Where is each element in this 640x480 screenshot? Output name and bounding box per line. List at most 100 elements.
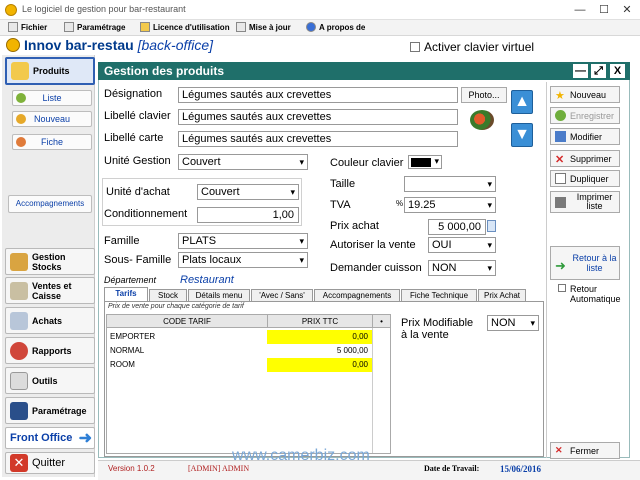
save-icon xyxy=(555,110,566,121)
dupliquer-button[interactable]: Dupliquer xyxy=(550,170,620,187)
column-divider xyxy=(372,328,373,453)
libelle-carte-label: Libellé carte xyxy=(104,132,164,144)
menu-fichier[interactable]: Fichier xyxy=(8,22,47,32)
fermer-button[interactable]: ✕ Fermer xyxy=(550,442,620,459)
duplicate-icon xyxy=(555,173,566,184)
maximize-button[interactable]: ☐ xyxy=(592,2,616,18)
tva-select[interactable]: 19.25 xyxy=(404,197,496,213)
app-logo-icon xyxy=(6,38,20,52)
nav-liste[interactable]: Liste xyxy=(12,90,92,106)
couleur-clavier-select[interactable]: ▾ xyxy=(408,155,442,169)
return-arrow-icon: ➜ xyxy=(555,257,566,273)
modifier-button[interactable]: Modifier xyxy=(550,128,620,145)
nav-quitter[interactable]: ✕ Quitter xyxy=(5,452,95,474)
nav-front-office[interactable]: Front Office ➜ xyxy=(5,427,95,449)
taille-label: Taille xyxy=(330,178,356,190)
product-photo xyxy=(470,110,494,130)
update-icon xyxy=(236,22,246,32)
previous-record-button[interactable]: ▲ xyxy=(511,90,533,114)
conditionnement-input[interactable]: 1,00 xyxy=(197,207,299,223)
retour-liste-button[interactable]: ➜ Retour à la liste xyxy=(550,246,620,280)
menu-licence[interactable]: Licence d'utilisation xyxy=(140,22,230,32)
supprimer-button[interactable]: ✕ Supprimer xyxy=(550,150,620,167)
window-title-bar: Le logiciel de gestion pour bar-restaura… xyxy=(0,0,640,20)
star-icon: ★ xyxy=(555,90,565,102)
minimize-button[interactable]: — xyxy=(568,2,592,18)
libelle-clavier-input[interactable]: Légumes sautés aux crevettes xyxy=(178,109,458,125)
demander-cuisson-select[interactable]: NON xyxy=(428,260,496,276)
print-icon xyxy=(555,196,566,208)
imprimer-liste-button[interactable]: Imprimer liste xyxy=(550,191,620,213)
stock-icon xyxy=(10,252,28,271)
libelle-carte-input[interactable]: Légumes sautés aux crevettes xyxy=(178,131,458,147)
virtual-keyboard-toggle[interactable]: Activer clavier virtuel xyxy=(410,40,534,54)
purchase-icon xyxy=(10,311,28,330)
tab-tarifs[interactable]: Tarifs xyxy=(104,287,148,302)
nouveau-button[interactable]: ★ Nouveau xyxy=(550,86,620,103)
tools-icon xyxy=(10,371,28,390)
user-text: [ADMIN] ADMIN xyxy=(188,464,250,473)
menu-bar: Fichier Paramétrage Licence d'utilisatio… xyxy=(0,20,640,36)
date-value: 15/06/2016 xyxy=(500,464,542,474)
settings-pen-icon xyxy=(10,401,28,420)
retour-auto-checkbox[interactable] xyxy=(558,284,566,292)
nav-accompagnements[interactable]: Accompagnements xyxy=(8,195,92,213)
nav-parametrage[interactable]: Paramétrage xyxy=(5,397,95,424)
panel-title: Gestion des produits xyxy=(98,62,630,80)
delete-icon: ✕ xyxy=(555,154,565,166)
product-icon xyxy=(11,62,29,80)
close-icon: ✕ xyxy=(555,445,563,455)
panel-close-button[interactable]: X xyxy=(610,64,625,78)
col-code-tarif: CODE TARIF xyxy=(107,315,267,328)
new-icon xyxy=(16,114,26,124)
nav-outils[interactable]: Outils xyxy=(5,367,95,394)
prix-modifiable-select[interactable]: NON xyxy=(487,315,539,331)
couleur-clavier-label: Couleur clavier xyxy=(330,157,404,169)
autoriser-vente-select[interactable]: OUI xyxy=(428,237,496,253)
license-icon xyxy=(140,22,150,32)
prix-achat-label: Prix achat xyxy=(330,220,379,232)
tva-percent-icon: % xyxy=(396,199,404,208)
famille-select[interactable]: PLATS xyxy=(178,233,308,249)
nav-fiche[interactable]: Fiche xyxy=(12,134,92,150)
unite-gestion-select[interactable]: Couvert xyxy=(178,154,308,170)
edit-icon xyxy=(555,131,566,142)
nav-achats[interactable]: Achats xyxy=(5,307,95,334)
nav-ventes-caisse[interactable]: Ventes et Caisse xyxy=(5,277,95,304)
unite-achat-select[interactable]: Couvert xyxy=(197,184,299,200)
unite-gestion-label: Unité Gestion xyxy=(104,155,171,167)
panel-minimize-button[interactable]: — xyxy=(573,64,588,78)
arrow-up-icon: ▲ xyxy=(514,93,530,110)
app-icon xyxy=(5,4,17,16)
autoriser-vente-label: Autoriser la vente xyxy=(330,239,416,251)
prix-achat-input[interactable]: 5 000,00 xyxy=(428,219,486,235)
nav-gestion-stocks[interactable]: Gestion Stocks xyxy=(5,248,95,275)
card-icon xyxy=(16,137,26,147)
reports-icon xyxy=(10,341,28,360)
menu-a-propos[interactable]: A propos de xyxy=(306,22,365,32)
left-navigation: Produits Liste Nouveau Fiche Accompagnem… xyxy=(2,55,95,477)
enregistrer-button[interactable]: Enregistrer xyxy=(550,107,620,124)
photo-button[interactable]: Photo... xyxy=(461,87,507,103)
nav-produits[interactable]: Produits xyxy=(5,57,95,85)
prix-modifiable-label: Prix Modifiable à la vente xyxy=(401,317,474,341)
close-button[interactable]: ✕ xyxy=(615,2,639,18)
taille-select[interactable] xyxy=(404,176,496,192)
designation-input[interactable]: Légumes sautés aux crevettes xyxy=(178,87,458,103)
nav-rapports[interactable]: Rapports xyxy=(5,337,95,364)
panel-restore-button[interactable]: ⤢ xyxy=(591,64,606,78)
table-row[interactable]: NORMAL 5 000,00 xyxy=(107,344,372,358)
arrow-down-icon: ▼ xyxy=(514,126,530,143)
table-row[interactable]: EMPORTER 0,00 xyxy=(107,330,372,344)
menu-mise-a-jour[interactable]: Mise à jour xyxy=(236,22,291,32)
menu-parametrage[interactable]: Paramétrage xyxy=(64,22,125,32)
list-icon xyxy=(16,93,26,103)
app-name: Innov bar-restau [back-office] xyxy=(24,37,214,53)
tarifs-hint: Prix de vente pour chaque catégorie de t… xyxy=(108,303,244,310)
next-record-button[interactable]: ▼ xyxy=(511,123,533,147)
nav-nouveau[interactable]: Nouveau xyxy=(12,111,92,127)
sous-famille-select[interactable]: Plats locaux xyxy=(178,252,308,268)
calculator-icon[interactable] xyxy=(487,220,496,232)
table-row[interactable]: ROOM 0,00 xyxy=(107,358,372,372)
tarifs-grid: CODE TARIF PRIX TTC • EMPORTER 0,00 NORM… xyxy=(106,314,391,454)
